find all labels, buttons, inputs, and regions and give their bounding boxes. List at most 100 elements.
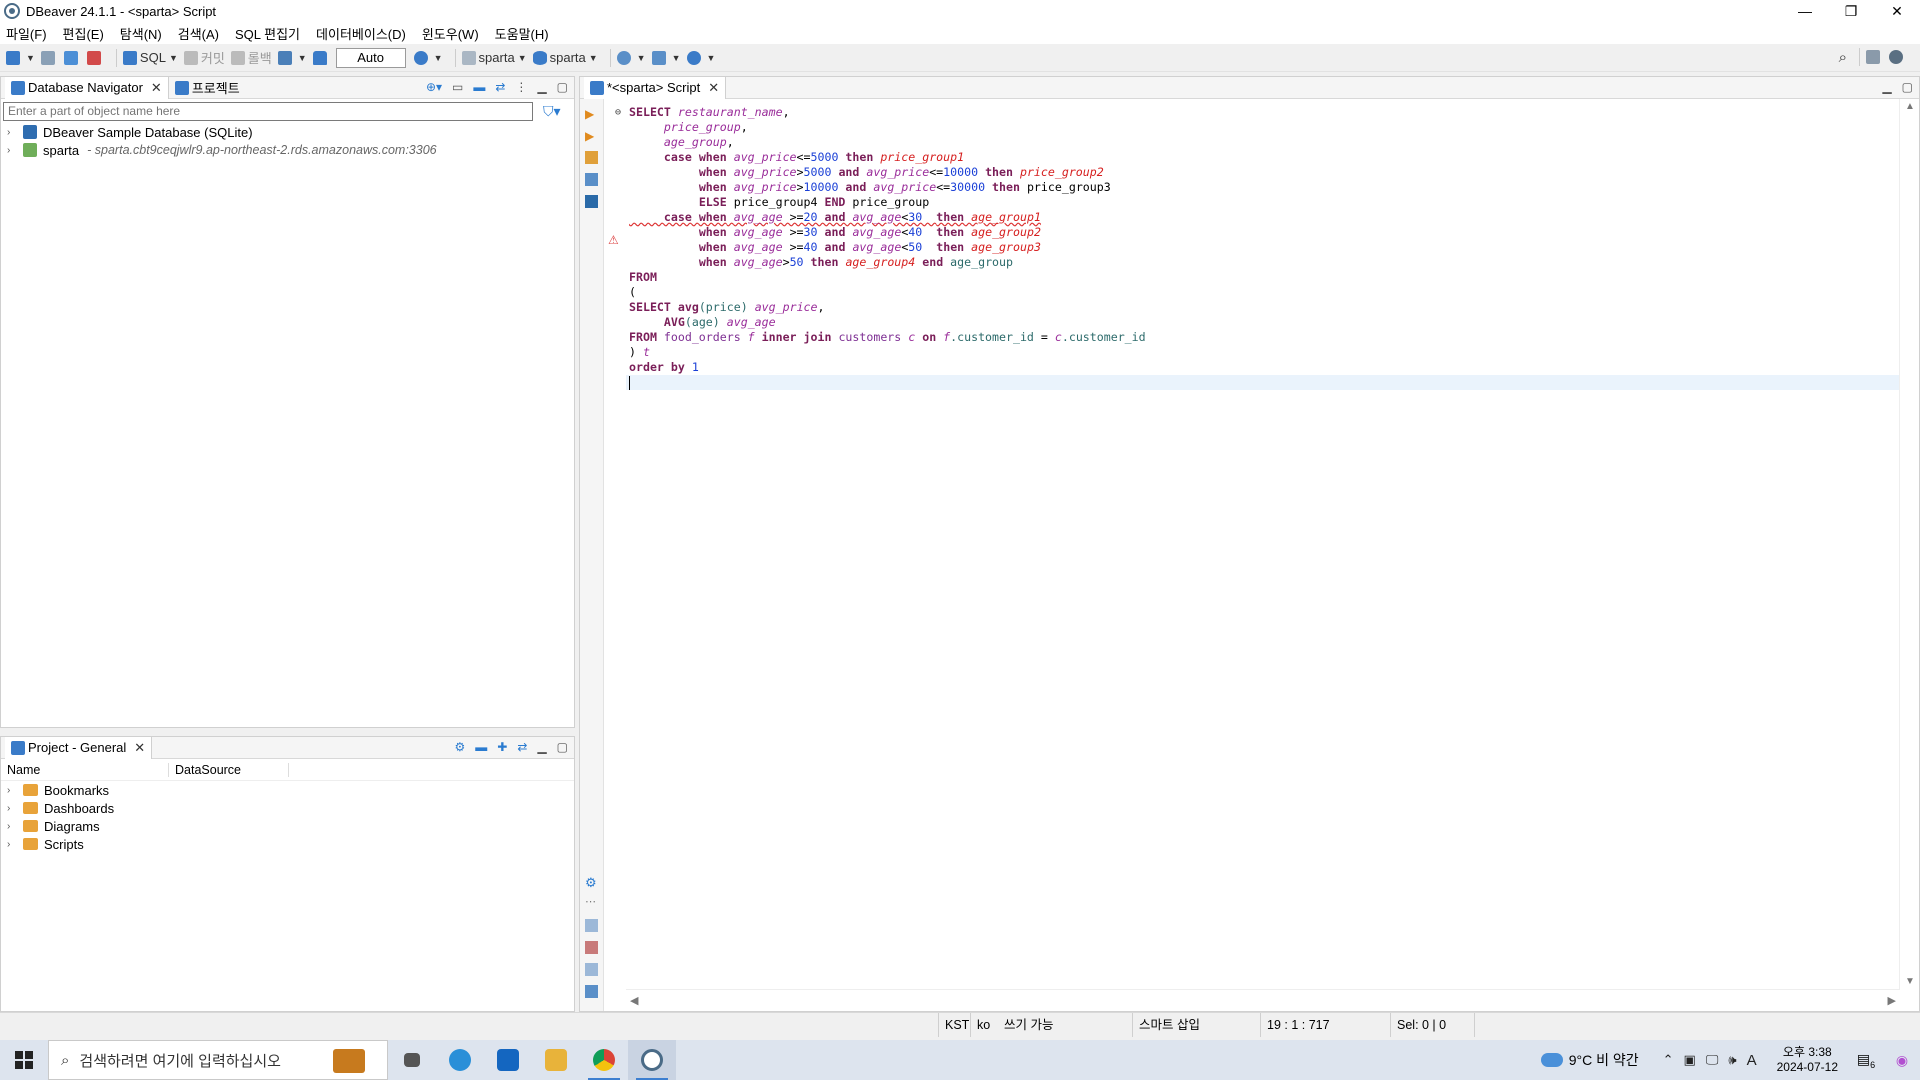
- lock-button[interactable]: [312, 50, 330, 65]
- terminal-icon[interactable]: [585, 195, 598, 208]
- close-icon[interactable]: ✕: [134, 740, 145, 756]
- taskbar-search-box[interactable]: ⌕ 검색하려면 여기에 입력하십시오: [48, 1040, 388, 1080]
- link-editor-icon[interactable]: ⇄: [495, 80, 505, 94]
- gear-icon[interactable]: ⚙: [455, 740, 466, 754]
- expand-all-icon[interactable]: ✚: [497, 740, 507, 754]
- tree-item-dashboards[interactable]: › Dashboards: [1, 799, 574, 817]
- new-folder-icon[interactable]: ▭: [452, 80, 463, 94]
- execute-script-icon[interactable]: ▶: [585, 129, 598, 143]
- menu-search[interactable]: 검색(A): [178, 24, 219, 43]
- tab-project-general[interactable]: Project - General ✕: [5, 736, 153, 759]
- transaction-mode-field[interactable]: Auto: [335, 47, 406, 68]
- disconnect-button[interactable]: [86, 50, 104, 65]
- close-icon[interactable]: ✕: [708, 80, 719, 96]
- chevron-right-icon[interactable]: ›: [7, 803, 19, 814]
- collapse-all-icon[interactable]: ▬: [473, 80, 485, 94]
- taskbar-dbeaver[interactable]: [628, 1040, 676, 1080]
- execute-new-tab-icon[interactable]: [585, 151, 598, 164]
- chevron-right-icon[interactable]: ›: [7, 145, 19, 156]
- taskbar-edge[interactable]: [436, 1040, 484, 1080]
- connect-button[interactable]: [40, 50, 58, 65]
- format-icon[interactable]: [585, 963, 598, 976]
- scroll-left-icon[interactable]: ◀: [630, 994, 638, 1007]
- maximize-panel-icon[interactable]: ▢: [557, 740, 568, 754]
- minimize-panel-icon[interactable]: ▁: [1882, 80, 1891, 94]
- reconnect-button[interactable]: [63, 50, 81, 65]
- new-connection-icon[interactable]: ⊕▾: [426, 80, 442, 94]
- maximize-button[interactable]: ❐: [1828, 0, 1874, 22]
- fold-icon[interactable]: ⊖: [615, 105, 621, 120]
- tree-item-bookmarks[interactable]: › Bookmarks: [1, 781, 574, 799]
- dbeaver-perspective-button[interactable]: [1889, 50, 1906, 64]
- export-icon[interactable]: [585, 919, 598, 932]
- chevron-right-icon[interactable]: ›: [7, 839, 19, 850]
- menu-navigate[interactable]: 탐색(N): [120, 24, 162, 43]
- tree-item-scripts[interactable]: › Scripts: [1, 835, 574, 853]
- object-filter-input[interactable]: [3, 101, 533, 121]
- menu-sql-editor[interactable]: SQL 편집기: [235, 24, 300, 43]
- filter-icon[interactable]: ⛉▾: [543, 103, 561, 120]
- taskbar-clock[interactable]: 오후 3:38 2024-07-12: [1777, 1045, 1838, 1075]
- active-datasource-selector[interactable]: sparta ▼: [461, 50, 527, 65]
- column-datasource[interactable]: DataSource: [169, 762, 289, 777]
- chevron-right-icon[interactable]: ›: [7, 127, 19, 138]
- gear-icon[interactable]: ⚙: [585, 875, 598, 890]
- meet-icon[interactable]: ▣: [1684, 1052, 1696, 1068]
- scroll-up-icon[interactable]: ▲: [1905, 101, 1915, 112]
- rollback-button[interactable]: 롤백: [230, 48, 272, 67]
- menu-file[interactable]: 파일(F): [6, 24, 47, 43]
- minimize-panel-icon[interactable]: ▁: [537, 740, 546, 754]
- tools-button[interactable]: ▼: [651, 50, 681, 65]
- weather-widget[interactable]: 9°C 비 약간: [1540, 1050, 1639, 1070]
- tree-item-sparta[interactable]: › sparta - sparta.cbt9ceqjwlr9.ap-northe…: [1, 141, 574, 159]
- new-connection-button[interactable]: ▼: [6, 50, 35, 65]
- menu-help[interactable]: 도움말(H): [495, 24, 549, 43]
- tab-database-navigator[interactable]: Database Navigator ✕: [5, 76, 169, 99]
- commit-button[interactable]: 커밋: [183, 48, 225, 67]
- tab-projects[interactable]: 프로젝트: [169, 77, 246, 99]
- import-icon[interactable]: [585, 941, 598, 954]
- horizontal-scrollbar[interactable]: ◀ ▶: [626, 989, 1900, 1011]
- sql-code-editor[interactable]: ⊖ SELECT restaurant_name, price_group, ag…: [615, 99, 1900, 989]
- search-tool-button[interactable]: ▼: [686, 50, 715, 65]
- link-editor-icon[interactable]: ⇄: [517, 740, 527, 754]
- explain-plan-icon[interactable]: [585, 173, 598, 186]
- global-search-button[interactable]: ⌕: [1839, 49, 1847, 66]
- menu-window[interactable]: 윈도우(W): [422, 24, 479, 43]
- chevron-right-icon[interactable]: ›: [7, 821, 19, 832]
- maximize-panel-icon[interactable]: ▢: [557, 80, 568, 94]
- view-menu-icon[interactable]: ⋮: [515, 80, 527, 94]
- volume-icon[interactable]: 🕪: [1728, 1052, 1736, 1068]
- tab-sparta-script[interactable]: *<sparta> Script ✕: [584, 76, 727, 99]
- chevron-up-icon[interactable]: ⌃: [1663, 1052, 1674, 1068]
- close-window-button[interactable]: ✕: [1874, 0, 1920, 22]
- transaction-mode-button[interactable]: ▼: [277, 50, 307, 65]
- collapse-all-icon[interactable]: ▬: [475, 740, 487, 754]
- maximize-panel-icon[interactable]: ▢: [1902, 80, 1913, 94]
- more-icon[interactable]: ⋯: [585, 895, 598, 908]
- minimize-button[interactable]: —: [1782, 0, 1828, 22]
- history-button[interactable]: ▼: [413, 50, 443, 65]
- chevron-right-icon[interactable]: ›: [7, 785, 19, 796]
- start-button[interactable]: [0, 1040, 48, 1080]
- scroll-right-icon[interactable]: ▶: [1888, 994, 1896, 1007]
- copilot-icon[interactable]: ◉: [1884, 1052, 1920, 1069]
- outline-icon[interactable]: [585, 985, 598, 998]
- network-icon[interactable]: 🖵: [1706, 1052, 1719, 1068]
- taskbar-file-explorer[interactable]: [532, 1040, 580, 1080]
- dashboard-button[interactable]: ▼: [616, 50, 646, 65]
- briefcase-icon[interactable]: [333, 1049, 365, 1073]
- open-perspective-button[interactable]: [1866, 50, 1883, 64]
- vertical-scrollbar[interactable]: ▲ ▼: [1899, 99, 1919, 989]
- taskbar-outlook[interactable]: [484, 1040, 532, 1080]
- minimize-panel-icon[interactable]: ▁: [537, 80, 546, 94]
- tree-item-diagrams[interactable]: › Diagrams: [1, 817, 574, 835]
- execute-statement-icon[interactable]: ▶: [585, 107, 598, 121]
- sql-editor-button[interactable]: SQL ▼: [122, 50, 178, 65]
- warning-icon[interactable]: ⚠: [608, 233, 619, 247]
- menu-database[interactable]: 데이터베이스(D): [316, 24, 406, 43]
- menu-edit[interactable]: 편집(E): [63, 24, 104, 43]
- active-schema-selector[interactable]: sparta ▼: [532, 50, 598, 65]
- tree-item-sample-database[interactable]: › DBeaver Sample Database (SQLite): [1, 123, 574, 141]
- taskbar-chrome[interactable]: [580, 1040, 628, 1080]
